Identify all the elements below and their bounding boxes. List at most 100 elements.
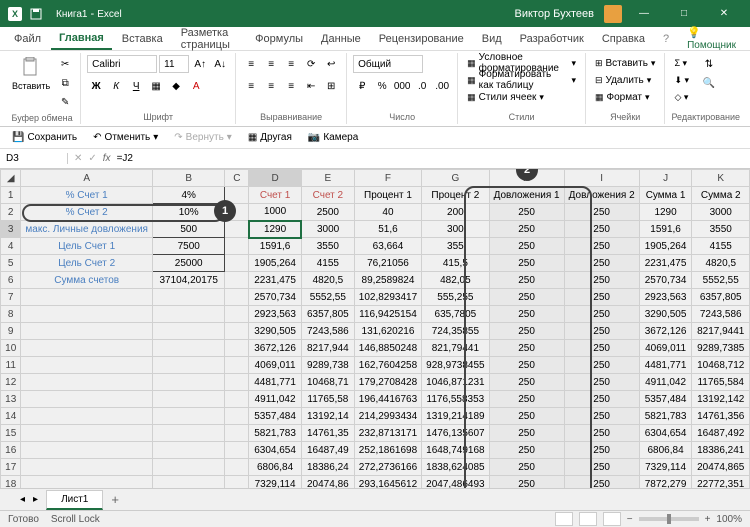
cell[interactable]: 7500	[152, 238, 225, 255]
col-header[interactable]: F	[354, 170, 421, 187]
format-cells-button[interactable]: ▦ Формат ▾	[592, 89, 658, 105]
cell[interactable]: 250	[489, 238, 564, 255]
cell[interactable]: 63,664	[354, 238, 421, 255]
row-header[interactable]: 1	[1, 187, 21, 204]
cell[interactable]: 355	[422, 238, 489, 255]
cell[interactable]: 1591,6	[249, 238, 302, 255]
qat-undo[interactable]: ↶ Отменить ▾	[89, 130, 162, 145]
cell[interactable]: 4911,042	[249, 391, 302, 408]
cell[interactable]: 250	[489, 408, 564, 425]
cell[interactable]	[152, 323, 225, 340]
cell[interactable]: 1905,264	[249, 255, 302, 272]
cell[interactable]: 3672,126	[639, 323, 692, 340]
cell[interactable]	[225, 272, 249, 289]
cell[interactable]: 724,35855	[422, 323, 489, 340]
cell[interactable]	[152, 357, 225, 374]
cell[interactable]	[21, 459, 153, 476]
view-normal-icon[interactable]	[555, 512, 573, 526]
col-header[interactable]: I	[564, 170, 639, 187]
tab-layout[interactable]: Разметка страницы	[173, 23, 245, 55]
cell[interactable]: 2570,734	[249, 289, 302, 306]
cell[interactable]: 250	[489, 323, 564, 340]
cell[interactable]	[225, 289, 249, 306]
cell[interactable]: 131,620216	[354, 323, 421, 340]
align-center-icon[interactable]: ≡	[262, 77, 280, 95]
cell[interactable]: 3672,126	[249, 340, 302, 357]
cell[interactable]: % Счет 2	[21, 204, 153, 221]
font-size[interactable]: 11	[159, 55, 189, 73]
view-layout-icon[interactable]	[579, 512, 597, 526]
row-header[interactable]: 6	[1, 272, 21, 289]
cell[interactable]: 250	[564, 323, 639, 340]
row-header[interactable]: 7	[1, 289, 21, 306]
cell[interactable]: 18386,24	[301, 459, 354, 476]
cell[interactable]	[21, 289, 153, 306]
zoom-slider[interactable]	[639, 517, 699, 521]
cell[interactable]: 13192,14	[301, 408, 354, 425]
row-header[interactable]: 13	[1, 391, 21, 408]
cell[interactable]	[152, 340, 225, 357]
cell[interactable]: 4069,011	[249, 357, 302, 374]
cell[interactable]: 16487,492	[692, 425, 750, 442]
row-header[interactable]: 12	[1, 374, 21, 391]
cell[interactable]: Сумма счетов	[21, 272, 153, 289]
row-header[interactable]: 17	[1, 459, 21, 476]
cell[interactable]	[225, 255, 249, 272]
cell[interactable]: макс. Личные довложения	[21, 221, 153, 238]
cell[interactable]: 300	[422, 221, 489, 238]
cell[interactable]	[152, 306, 225, 323]
cell[interactable]: 250	[489, 255, 564, 272]
cell[interactable]: 250	[489, 289, 564, 306]
cell[interactable]: 555,255	[422, 289, 489, 306]
bold-button[interactable]: Ж	[87, 77, 105, 95]
cell[interactable]: 146,8850248	[354, 340, 421, 357]
cell-styles-button[interactable]: ▦ Стили ячеек ▾	[464, 89, 579, 105]
cell[interactable]: 10468,71	[301, 374, 354, 391]
cell[interactable]	[225, 306, 249, 323]
cell[interactable]: 250	[564, 289, 639, 306]
format-table-button[interactable]: ▦ Форматировать как таблицу ▾	[464, 72, 579, 88]
cell[interactable]: 214,2993434	[354, 408, 421, 425]
align-top-icon[interactable]: ≡	[242, 55, 260, 73]
tab-view[interactable]: Вид	[474, 29, 510, 49]
cell[interactable]	[152, 289, 225, 306]
autosum-button[interactable]: Σ ▾	[671, 55, 692, 71]
cell[interactable]: 1290	[639, 204, 692, 221]
cell[interactable]: 4069,011	[639, 340, 692, 357]
cell[interactable]: 1905,264	[639, 238, 692, 255]
find-icon[interactable]: 🔍	[700, 74, 718, 92]
cell[interactable]: 14761,356	[692, 408, 750, 425]
tab-formulas[interactable]: Формулы	[247, 29, 311, 49]
cell[interactable]	[225, 391, 249, 408]
tab-data[interactable]: Данные	[313, 29, 369, 49]
cell[interactable]	[225, 238, 249, 255]
align-mid-icon[interactable]: ≡	[262, 55, 280, 73]
cell[interactable]: 76,21056	[354, 255, 421, 272]
row-header[interactable]: 14	[1, 408, 21, 425]
cell[interactable]: 5821,783	[639, 408, 692, 425]
cell[interactable]: 250	[489, 340, 564, 357]
align-left-icon[interactable]: ≡	[242, 77, 260, 95]
cell[interactable]: 9289,738	[301, 357, 354, 374]
enter-formula-icon[interactable]: ✓	[88, 153, 96, 164]
cell[interactable]: 250	[564, 374, 639, 391]
zoom-in-button[interactable]: +	[705, 514, 711, 525]
row-header[interactable]: 2	[1, 204, 21, 221]
sheet-nav-prev[interactable]: ▸	[33, 494, 38, 505]
cell[interactable]: % Счет 1	[21, 187, 153, 204]
row-header[interactable]: 5	[1, 255, 21, 272]
cell[interactable]: 6304,654	[249, 442, 302, 459]
qat-camera[interactable]: 📷 Камера	[304, 130, 362, 145]
cell[interactable]: 179,2708428	[354, 374, 421, 391]
cell[interactable]: 4155	[301, 255, 354, 272]
cell[interactable]: 2570,734	[639, 272, 692, 289]
assistant-button[interactable]: 💡 Помощник	[679, 22, 744, 55]
cell[interactable]: 3290,505	[249, 323, 302, 340]
cell[interactable]	[21, 374, 153, 391]
cell[interactable]: 1319,214189	[422, 408, 489, 425]
cell[interactable]: 250	[564, 255, 639, 272]
cell[interactable]: 5357,484	[249, 408, 302, 425]
cell[interactable]: 1838,624085	[422, 459, 489, 476]
avatar[interactable]	[604, 5, 622, 23]
shrink-font-icon[interactable]: A↓	[211, 55, 229, 73]
